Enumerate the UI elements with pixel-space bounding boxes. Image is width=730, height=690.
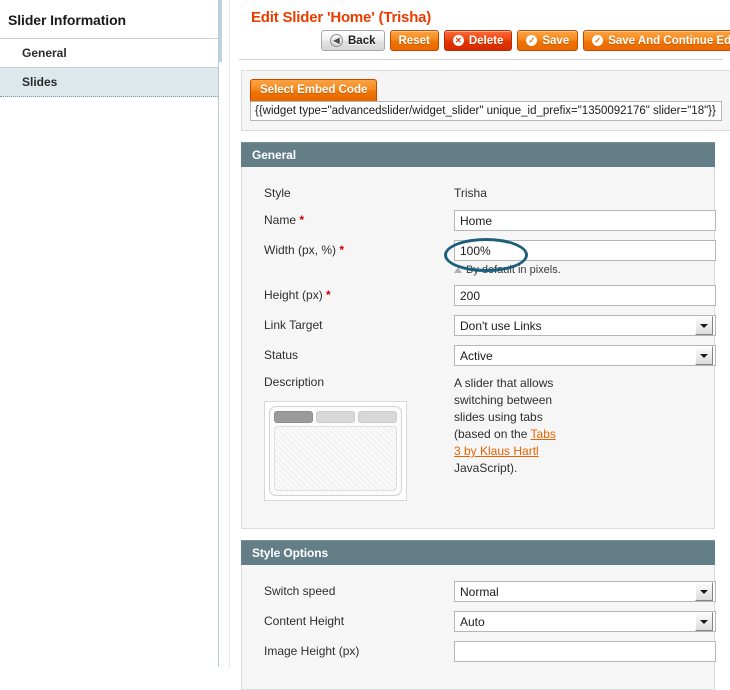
check-circle-icon: ✓ xyxy=(526,35,538,46)
page-title: Edit Slider 'Home' (Trisha) xyxy=(251,9,432,26)
general-section: General Style Trisha Name * Width ( xyxy=(241,142,716,529)
height-label: Height (px) * xyxy=(264,288,331,302)
required-marker: * xyxy=(299,213,305,227)
check-circle-icon: ✓ xyxy=(592,35,604,46)
back-arrow-icon: ◀ xyxy=(330,34,343,47)
delete-circle-icon: ✕ xyxy=(452,35,464,46)
embed-code-input[interactable] xyxy=(250,101,722,121)
link-target-label: Link Target xyxy=(264,318,323,332)
image-height-input[interactable] xyxy=(454,641,716,662)
content-height-value: Auto xyxy=(460,614,485,629)
field-row-link-target: Link Target Don't use Links xyxy=(242,315,716,336)
general-section-body: Style Trisha Name * Width (px, %) * xyxy=(241,167,716,529)
sidebar-divider xyxy=(218,0,230,667)
field-row-width: Width (px, %) * By default in pixels. xyxy=(242,240,716,276)
save-and-continue-edit-button[interactable]: ✓ Save And Continue Edit xyxy=(583,30,730,51)
save-button-label: Save xyxy=(542,34,570,47)
style-value: Trisha xyxy=(454,186,487,200)
name-label: Name * xyxy=(264,213,305,227)
thumbnail-tab xyxy=(358,411,397,423)
slider-preview-thumbnail xyxy=(264,401,407,501)
delete-button[interactable]: ✕ Delete xyxy=(443,30,513,51)
chevron-down-icon[interactable] xyxy=(695,346,713,365)
field-row-content-height: Content Height Auto xyxy=(242,611,716,632)
content-height-label: Content Height xyxy=(264,614,345,628)
thumbnail-tab xyxy=(316,411,355,423)
header-divider xyxy=(239,59,723,60)
required-marker: * xyxy=(326,288,331,302)
description-text: A slider that allows switching between s… xyxy=(454,375,564,477)
back-button-label: Back xyxy=(348,34,376,47)
select-embed-code-tab[interactable]: Select Embed Code xyxy=(250,79,378,101)
width-input[interactable] xyxy=(454,240,716,261)
content-height-select[interactable]: Auto xyxy=(454,611,716,632)
style-label: Style xyxy=(264,186,291,200)
thumbnail-tabs xyxy=(274,411,397,423)
sidebar-title: Slider Information xyxy=(0,0,218,39)
sidebar-divider-accent xyxy=(219,0,222,62)
field-row-description: Description A slider that allows switchi… xyxy=(242,375,714,501)
field-row-image-height: Image Height (px) xyxy=(242,641,716,662)
header-button-bar: ◀ Back Reset ✕ Delete ✓ Save ✓ Save And … xyxy=(231,28,730,51)
sidebar-item-slides[interactable]: Slides xyxy=(0,67,218,97)
field-row-height: Height (px) * xyxy=(242,285,716,306)
field-row-style: Style Trisha xyxy=(242,183,714,201)
height-input[interactable] xyxy=(454,285,716,306)
width-label: Width (px, %) * xyxy=(264,243,345,257)
sidebar-item-slides-label: Slides xyxy=(22,75,58,89)
style-options-body: Switch speed Normal Content Height Auto xyxy=(241,565,716,690)
switch-speed-label: Switch speed xyxy=(264,584,336,598)
delete-button-label: Delete xyxy=(468,34,504,47)
chevron-down-icon[interactable] xyxy=(695,612,713,631)
link-target-value: Don't use Links xyxy=(460,318,542,333)
reset-button-label: Reset xyxy=(398,34,430,47)
style-options-section: Style Options Switch speed Normal Conten… xyxy=(241,540,716,690)
thumbnail-inner xyxy=(269,406,402,496)
image-height-label: Image Height (px) xyxy=(264,644,360,658)
switch-speed-value: Normal xyxy=(460,584,499,599)
switch-speed-select[interactable]: Normal xyxy=(454,581,716,602)
chevron-down-icon[interactable] xyxy=(695,316,713,335)
save-and-continue-edit-label: Save And Continue Edit xyxy=(608,34,730,47)
status-value: Active xyxy=(460,348,493,363)
hint-triangle-icon xyxy=(454,267,462,273)
chevron-down-icon[interactable] xyxy=(695,582,713,601)
general-section-heading: General xyxy=(241,142,715,167)
width-hint-label: By default in pixels. xyxy=(466,264,561,276)
embed-code-panel: Select Embed Code xyxy=(241,70,730,131)
thumbnail-tab-active xyxy=(274,411,313,423)
style-options-heading: Style Options xyxy=(241,540,715,565)
field-row-name: Name * xyxy=(242,210,716,231)
required-marker: * xyxy=(339,243,345,257)
field-row-switch-speed: Switch speed Normal xyxy=(242,581,716,602)
field-row-status: Status Active xyxy=(242,345,716,366)
main-content: Edit Slider 'Home' (Trisha) ◀ Back Reset… xyxy=(231,0,730,690)
slider-information-sidebar: Slider Information General Slides xyxy=(0,0,218,667)
status-label: Status xyxy=(264,348,299,362)
description-text-part-2: JavaScript). xyxy=(454,461,518,475)
width-hint: By default in pixels. xyxy=(454,264,716,276)
status-select[interactable]: Active xyxy=(454,345,716,366)
sidebar-item-general-label: General xyxy=(22,46,67,60)
link-target-select[interactable]: Don't use Links xyxy=(454,315,716,336)
save-button[interactable]: ✓ Save xyxy=(517,30,579,51)
name-input[interactable] xyxy=(454,210,716,231)
sidebar-item-general[interactable]: General xyxy=(0,39,218,67)
thumbnail-content-area xyxy=(274,426,397,491)
back-button[interactable]: ◀ Back xyxy=(321,30,385,51)
reset-button[interactable]: Reset xyxy=(389,30,439,51)
description-label: Description xyxy=(264,375,325,389)
description-left-column: Description xyxy=(264,375,454,501)
